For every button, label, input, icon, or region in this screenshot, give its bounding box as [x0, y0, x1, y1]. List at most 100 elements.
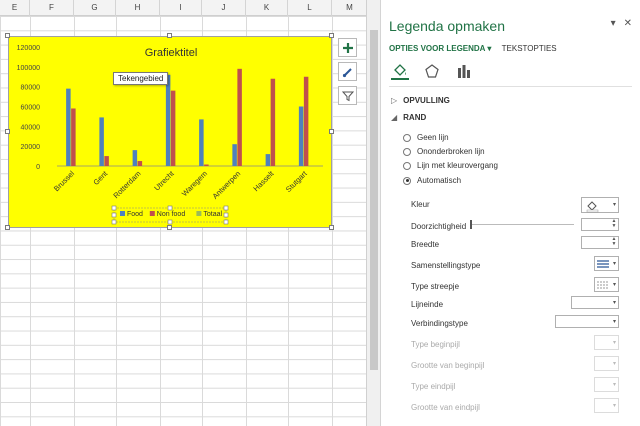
- join-type-dropdown[interactable]: ▾: [555, 315, 619, 328]
- begin-arrow-type-dropdown[interactable]: ▾: [594, 335, 619, 350]
- label-compound-type: Samenstellingstype: [411, 261, 481, 270]
- chart-title: Grafiektitel: [145, 47, 198, 59]
- fill-line-tab[interactable]: [391, 62, 409, 80]
- legend-handle: [111, 205, 117, 211]
- x-tick-label: Waregem: [180, 169, 209, 198]
- x-tick-label: Hasselt: [251, 168, 276, 193]
- radio-solid-line[interactable]: Ononderbroken lijn: [403, 147, 485, 156]
- paint-bucket-icon: [394, 64, 406, 76]
- legend-options-tab[interactable]: [455, 62, 473, 80]
- chart-svg: Grafiektitel 0 20000 40000 60000 80000 100000 1…: [17, 45, 323, 225]
- section-border[interactable]: ◢ RAND: [391, 113, 426, 122]
- bar-non-food: [137, 161, 143, 166]
- bar-non-food: [104, 156, 109, 166]
- bar-non-food: [170, 90, 176, 166]
- label-join-type: Verbindingstype: [411, 319, 468, 328]
- vertical-scrollbar[interactable]: [366, 0, 380, 426]
- color-picker[interactable]: ▾: [581, 197, 619, 213]
- resize-handle-br[interactable]: [329, 225, 334, 230]
- bar-food: [298, 106, 304, 166]
- x-tick-label: Antwerpen: [211, 169, 243, 201]
- x-tick-label: Utrecht: [152, 168, 176, 192]
- y-tick-label: 120000: [17, 45, 40, 52]
- bar-non-food: [71, 108, 76, 166]
- legend-handle: [111, 219, 117, 225]
- compound-type-dropdown[interactable]: ▾: [594, 256, 619, 271]
- cap-type-dropdown[interactable]: ▾: [571, 296, 619, 309]
- label-transparency: Doorzichtigheid: [411, 222, 467, 231]
- bar-food: [199, 119, 204, 166]
- pane-tabs: OPTIES VOOR LEGENDA ▾ TEKSTOPTIES: [389, 44, 557, 53]
- pane-icon-tabs: [391, 62, 473, 80]
- bar-food: [66, 88, 71, 166]
- chevron-right-icon: ▷: [391, 96, 398, 105]
- dash-icon: [597, 281, 609, 289]
- legend-handle: [111, 212, 117, 218]
- chart-filters-button[interactable]: [338, 86, 357, 105]
- spreadsheet-area[interactable]: E F G H I J K L M Grafiektitel 0 20000 4000…: [0, 0, 368, 426]
- x-tick-label: Stutgart: [284, 168, 310, 194]
- format-legend-pane: Legenda opmaken ▾ ✕ OPTIES VOOR LEGENDA ▾…: [380, 0, 640, 426]
- end-arrow-size-dropdown[interactable]: ▾: [594, 398, 619, 413]
- resize-handle-l[interactable]: [5, 129, 10, 134]
- slider-knob[interactable]: [470, 220, 472, 229]
- legend-handle: [167, 205, 173, 211]
- y-tick-label: 0: [36, 164, 40, 171]
- col-header-m[interactable]: M: [332, 0, 368, 16]
- begin-arrow-size-dropdown[interactable]: ▾: [594, 356, 619, 371]
- chart-styles-button[interactable]: [338, 62, 357, 81]
- end-arrow-type-dropdown[interactable]: ▾: [594, 377, 619, 392]
- close-icon[interactable]: ✕: [624, 18, 632, 29]
- transparency-slider[interactable]: [470, 220, 574, 229]
- col-header-i[interactable]: I: [160, 0, 202, 16]
- radio-no-line[interactable]: Geen lijn: [403, 133, 449, 142]
- col-header-g[interactable]: G: [74, 0, 116, 16]
- chart-elements-button[interactable]: [338, 38, 357, 57]
- legend-entry: Food: [127, 211, 143, 218]
- radio-automatic[interactable]: Automatisch: [403, 176, 461, 185]
- plot-area-tooltip: Tekengebied: [113, 72, 169, 85]
- y-tick-label: 40000: [21, 124, 41, 131]
- resize-handle-t[interactable]: [167, 33, 172, 38]
- width-spinner[interactable]: ▲ ▼: [581, 236, 619, 249]
- effects-tab[interactable]: [423, 62, 441, 80]
- x-tick-label: Gent: [91, 168, 110, 187]
- col-header-f[interactable]: F: [30, 0, 74, 16]
- label-end-arrow-size: Grootte van eindpijl: [411, 403, 480, 412]
- bar-non-food: [270, 78, 276, 166]
- tab-text-options[interactable]: TEKSTOPTIES: [502, 44, 557, 53]
- line-style-icon: [597, 260, 609, 268]
- bar-food: [232, 144, 237, 166]
- col-header-l[interactable]: L: [288, 0, 332, 16]
- chevron-down-icon[interactable]: ▾: [485, 44, 491, 53]
- col-header-h[interactable]: H: [116, 0, 160, 16]
- scroll-thumb[interactable]: [370, 30, 378, 370]
- pane-title-buttons: ▾ ✕: [603, 18, 632, 29]
- bar-food: [165, 74, 171, 166]
- legend-handle: [167, 219, 173, 225]
- dash-type-dropdown[interactable]: ▾: [594, 277, 619, 292]
- y-tick-label: 80000: [21, 85, 41, 92]
- resize-handle-tr[interactable]: [329, 33, 334, 38]
- bar-non-food: [237, 68, 242, 166]
- pane-options-icon[interactable]: ▾: [611, 18, 616, 29]
- resize-handle-b[interactable]: [167, 225, 172, 230]
- transparency-spinner[interactable]: ▲ ▼: [581, 218, 619, 231]
- legend-entry: Non food: [157, 211, 186, 218]
- section-fill[interactable]: ▷ OPVULLING: [391, 96, 450, 105]
- outline-color-icon: [586, 201, 599, 213]
- label-begin-arrow-size: Grootte van beginpijl: [411, 361, 485, 370]
- col-header-e[interactable]: E: [0, 0, 30, 16]
- resize-handle-bl[interactable]: [5, 225, 10, 230]
- col-header-k[interactable]: K: [246, 0, 288, 16]
- legend-handle: [223, 212, 229, 218]
- bar-chart-icon: [458, 65, 470, 78]
- resize-handle-tl[interactable]: [5, 33, 10, 38]
- tab-legend-options[interactable]: OPTIES VOOR LEGENDA: [389, 44, 485, 53]
- radio-gradient-line[interactable]: Lijn met kleurovergang: [403, 161, 498, 170]
- pane-title: Legenda opmaken: [389, 18, 505, 34]
- bar-food: [99, 117, 104, 166]
- resize-handle-r[interactable]: [329, 129, 334, 134]
- col-header-j[interactable]: J: [202, 0, 246, 16]
- chart-object[interactable]: Grafiektitel 0 20000 40000 60000 80000 100000 1…: [8, 36, 332, 228]
